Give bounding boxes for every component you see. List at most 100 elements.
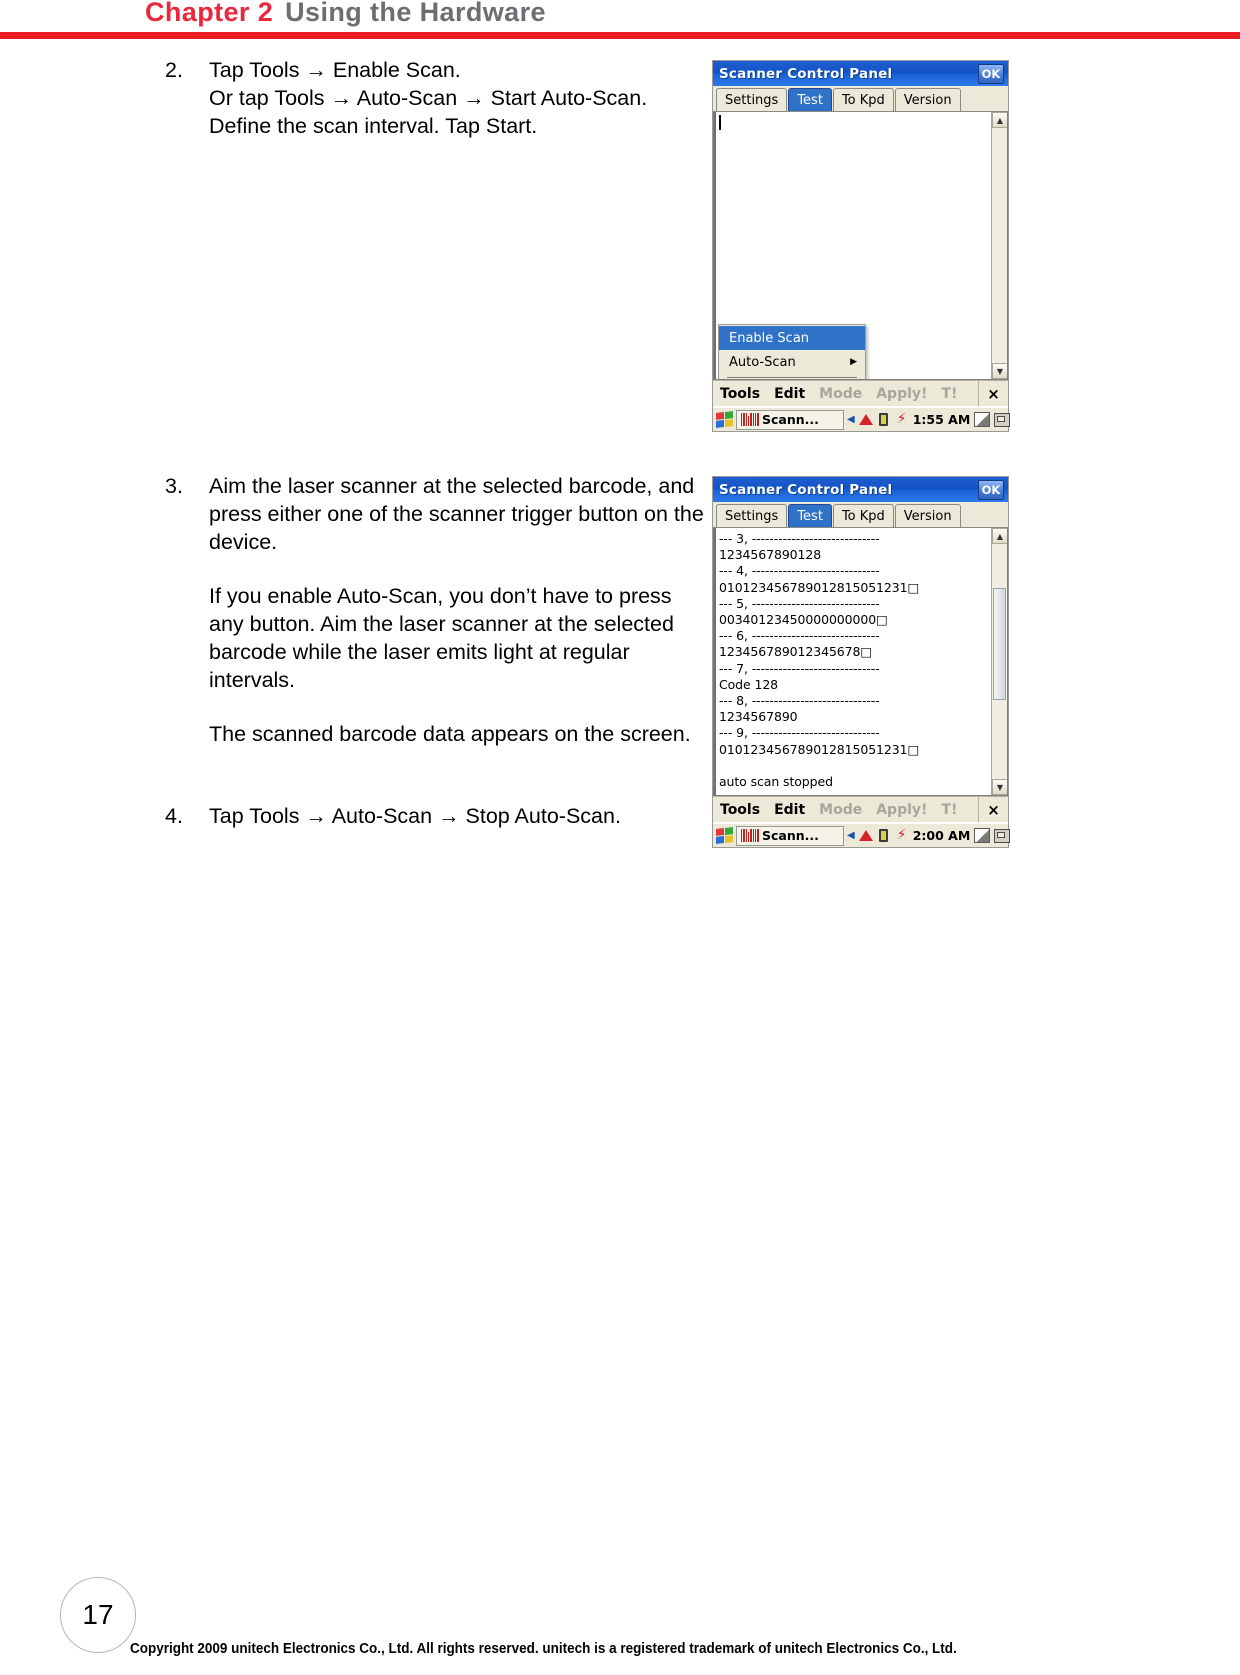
chapter-label: Chapter 2 xyxy=(145,0,274,27)
scroll-down-arrow-icon[interactable]: ▼ xyxy=(992,779,1007,795)
step-2-line-1: Tap Tools → Enable Scan. xyxy=(209,58,461,82)
barcode-icon xyxy=(741,413,759,426)
stylus-icon[interactable] xyxy=(974,412,991,427)
tab-strip: Settings Test To Kpd Version xyxy=(713,86,1008,112)
menu-item-enable-scan-label: Enable Scan xyxy=(729,330,810,346)
tab-test[interactable]: Test xyxy=(788,88,832,111)
scroll-up-arrow-icon[interactable]: ▲ xyxy=(992,112,1007,128)
vertical-scrollbar[interactable]: ▲ ▼ xyxy=(991,112,1007,379)
step-3-number: 3. xyxy=(165,474,183,498)
window-titlebar: Scanner Control Panel OK xyxy=(713,477,1008,502)
ok-button[interactable]: OK xyxy=(978,479,1004,500)
scan-output-line: Code 128 xyxy=(719,676,779,692)
step-3: 3. Aim the laser scanner at the selected… xyxy=(165,472,705,748)
scan-output-line: 123456789012345678□ xyxy=(719,644,873,660)
tray-expand-arrow-icon[interactable]: ◀ xyxy=(847,414,855,425)
windows-flag-icon xyxy=(716,411,733,428)
tab-to-kpd[interactable]: To Kpd xyxy=(832,504,894,527)
header-divider-rule xyxy=(0,32,1240,39)
chapter-name: Using the Hardware xyxy=(285,0,546,27)
scanner-status-icon[interactable] xyxy=(858,828,873,843)
step-4-line-1: Tap Tools → Auto-Scan → Stop Auto-Scan. xyxy=(209,804,621,828)
menu-item-auto-scan[interactable]: Auto-Scan ▶ xyxy=(719,350,865,374)
tab-strip: Settings Test To Kpd Version xyxy=(713,502,1008,528)
system-tray: ◀ ⚡ 2:00 AM xyxy=(847,828,1012,843)
desktop-icon[interactable] xyxy=(994,412,1011,427)
step-2-line-3: Define the scan interval. Tap Start. xyxy=(209,114,538,138)
power-bolt-icon[interactable]: ⚡ xyxy=(895,412,909,427)
menubar-mode: Mode xyxy=(819,385,863,402)
scroll-down-arrow-icon[interactable]: ▼ xyxy=(992,363,1007,379)
scan-output-line: 1234567890 xyxy=(719,709,798,725)
menu-separator-1 xyxy=(727,377,857,378)
windows-flag-icon xyxy=(716,827,733,844)
menubar-tools[interactable]: Tools xyxy=(720,802,760,818)
taskbar-clock[interactable]: 2:00 AM xyxy=(913,828,971,843)
scan-output-line: --- 7, ----------------------------- xyxy=(719,660,880,676)
menubar-t: T! xyxy=(941,385,958,402)
desktop-icon[interactable] xyxy=(994,828,1011,843)
window-title: Scanner Control Panel xyxy=(719,65,893,82)
scroll-up-arrow-icon[interactable]: ▲ xyxy=(992,528,1007,544)
scan-output-line-blank xyxy=(719,758,991,774)
start-button[interactable] xyxy=(716,410,733,430)
scan-output-line: --- 8, ----------------------------- xyxy=(719,693,880,709)
step-2: 2. Tap Tools → Enable Scan. Or tap Tools… xyxy=(165,56,725,140)
step-2-line-2: Or tap Tools → Auto-Scan → Start Auto-Sc… xyxy=(209,86,648,110)
ok-button[interactable]: OK xyxy=(978,63,1004,84)
app-menubar: Tools Edit Mode Apply! T! × xyxy=(713,380,1008,406)
tab-settings[interactable]: Settings xyxy=(716,504,788,527)
screenshot-scanner-control-panel-results: Scanner Control Panel OK Settings Test T… xyxy=(712,476,1011,848)
close-button[interactable]: × xyxy=(978,381,1008,406)
system-tray: ◀ ⚡ 1:55 AM xyxy=(847,412,1012,427)
step-4-body: Tap Tools → Auto-Scan → Stop Auto-Scan. xyxy=(209,802,705,830)
step-3-paragraph-2: If you enable Auto-Scan, you don’t have … xyxy=(209,584,674,692)
menu-item-enable-scan[interactable]: Enable Scan xyxy=(719,326,865,350)
scan-output-line: --- 5, ----------------------------- xyxy=(719,595,880,611)
scan-output-area: --- 3, ----------------------------- 123… xyxy=(713,528,1008,796)
menubar-edit[interactable]: Edit xyxy=(774,802,805,818)
vertical-scrollbar[interactable]: ▲ ▼ xyxy=(991,528,1007,795)
scrollbar-thumb[interactable] xyxy=(993,588,1006,700)
battery-icon[interactable] xyxy=(877,828,891,843)
page-title: Chapter 2 Using the Hardware xyxy=(145,0,546,28)
scan-output-line: --- 9, ----------------------------- xyxy=(719,725,880,741)
taskbar-task-scanner[interactable]: Scann... xyxy=(736,409,844,430)
tab-settings[interactable]: Settings xyxy=(716,88,788,111)
page-footer: 17 Copyright 2009 unitech Electronics Co… xyxy=(0,1565,1240,1675)
text-caret xyxy=(719,115,721,130)
scan-output-line: 010123456789012815051231□ xyxy=(719,579,920,595)
scan-output-line: --- 3, ----------------------------- xyxy=(719,531,880,546)
menubar-apply: Apply! xyxy=(876,385,928,402)
taskbar-task-scanner[interactable]: Scann... xyxy=(736,825,844,846)
tab-version[interactable]: Version xyxy=(894,504,961,527)
menubar-tools[interactable]: Tools xyxy=(720,386,760,402)
screenshot-scanner-control-panel-menu: Scanner Control Panel OK Settings Test T… xyxy=(712,60,1012,432)
close-button[interactable]: × xyxy=(978,797,1008,822)
scan-output-line: 00340123450000000000□ xyxy=(719,612,888,628)
step-2-body: Tap Tools → Enable Scan. Or tap Tools → … xyxy=(209,56,725,140)
tab-to-kpd[interactable]: To Kpd xyxy=(832,88,894,111)
scan-output-line: --- 6, ----------------------------- xyxy=(719,628,880,644)
battery-icon[interactable] xyxy=(877,412,891,427)
scan-output-area: Enable Scan Auto-Scan ▶ Save To File... … xyxy=(713,112,1008,380)
scanner-status-icon[interactable] xyxy=(858,412,873,427)
tab-version[interactable]: Version xyxy=(894,88,961,111)
power-bolt-icon[interactable]: ⚡ xyxy=(895,828,909,843)
menubar-apply: Apply! xyxy=(876,801,928,818)
menubar-edit[interactable]: Edit xyxy=(774,386,805,402)
scan-output-text[interactable]: --- 3, ----------------------------- 123… xyxy=(714,528,991,795)
page-number: 17 xyxy=(60,1577,136,1653)
tab-test[interactable]: Test xyxy=(788,504,832,527)
scan-output-line: 1234567890128 xyxy=(719,547,822,563)
start-button[interactable] xyxy=(716,826,733,846)
taskbar-clock[interactable]: 1:55 AM xyxy=(913,412,971,427)
barcode-icon xyxy=(741,829,759,842)
tray-expand-arrow-icon[interactable]: ◀ xyxy=(847,830,855,841)
window-title: Scanner Control Panel xyxy=(719,481,893,498)
scan-output-line: 010123456789012815051231□ xyxy=(719,741,920,757)
stylus-icon[interactable] xyxy=(974,828,991,843)
step-3-body: Aim the laser scanner at the selected ba… xyxy=(209,472,705,748)
device-taskbar: Scann... ◀ ⚡ 2:00 AM xyxy=(713,822,1011,847)
step-3-paragraph-3: The scanned barcode data appears on the … xyxy=(209,722,691,746)
